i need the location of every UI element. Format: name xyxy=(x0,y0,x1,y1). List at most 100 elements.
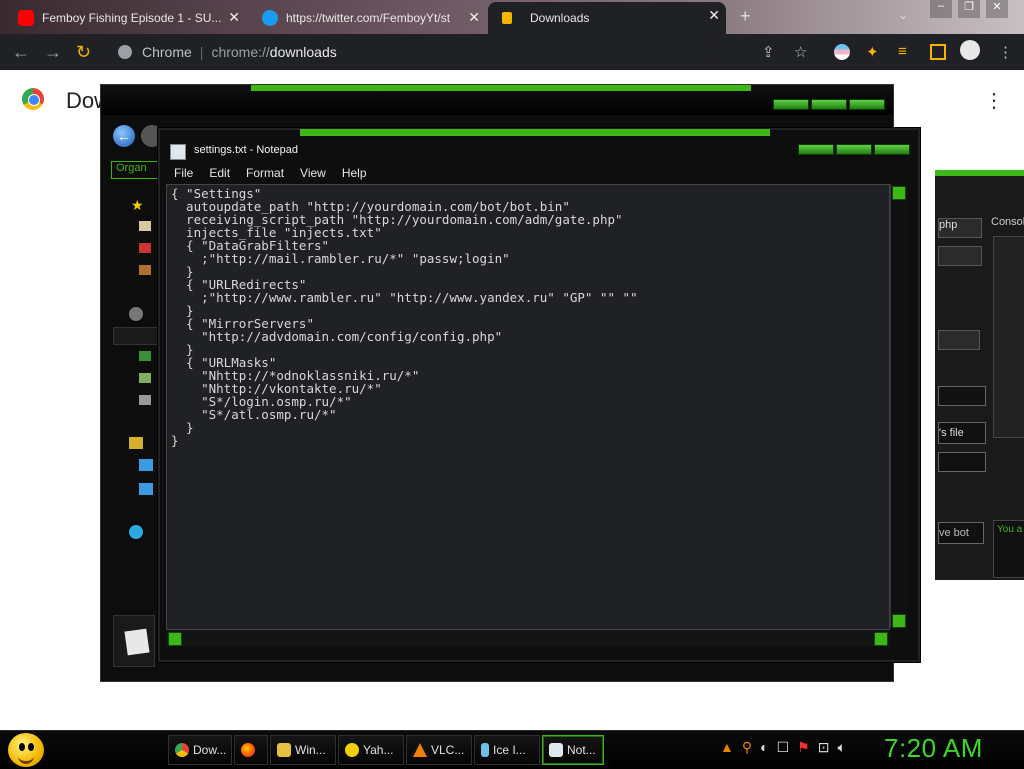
tab-twitter[interactable]: https://twitter.com/FemboyYt/st ✕ xyxy=(254,4,486,32)
chrome-icon xyxy=(175,743,189,757)
minimize-button[interactable]: – xyxy=(930,0,952,18)
menu-bar: File Edit Format View Help xyxy=(166,166,375,184)
address-bar[interactable]: Chrome | chrome://downloads xyxy=(108,39,718,65)
menu-format[interactable]: Format xyxy=(246,166,284,184)
console-output xyxy=(993,236,1024,438)
text-field[interactable] xyxy=(938,246,982,266)
notepad-titlebar[interactable]: settings.txt - Notepad xyxy=(160,136,918,166)
forward-icon[interactable]: → xyxy=(44,42,62,63)
status-text: You a xyxy=(993,520,1024,578)
notepad-icon xyxy=(549,743,563,757)
scroll-down-button[interactable] xyxy=(892,614,906,628)
taskbar-chrome[interactable]: Dow... xyxy=(168,735,232,765)
taskbar-label: Not... xyxy=(567,743,596,757)
chrome-logo-icon xyxy=(22,88,44,110)
extensions-icon[interactable]: ✦ xyxy=(866,43,879,61)
file-content: { "Settings" autoupdate_path "http://you… xyxy=(171,186,638,448)
scroll-left-button[interactable] xyxy=(168,632,182,646)
maximize-button[interactable] xyxy=(836,144,872,155)
taskbar-vlc[interactable]: VLC... xyxy=(406,735,472,765)
scroll-up-button[interactable] xyxy=(892,186,906,200)
desktop-icon xyxy=(139,221,151,231)
action-button[interactable] xyxy=(938,452,986,472)
search-tray-icon[interactable]: ⚲ xyxy=(742,739,752,756)
taskbar-ice[interactable]: Ice I... xyxy=(474,735,540,765)
library-item-icon xyxy=(139,373,151,383)
close-button[interactable] xyxy=(874,144,910,155)
media-control-icon[interactable]: ≡ xyxy=(898,43,907,60)
close-tab-icon[interactable]: ✕ xyxy=(468,9,480,26)
taskbar-yahoo[interactable]: Yah... xyxy=(338,735,404,765)
libraries-icon xyxy=(129,307,143,321)
url-text: chrome://downloads xyxy=(211,44,337,60)
close-button[interactable] xyxy=(849,99,885,110)
window-title: settings.txt - Notepad xyxy=(194,144,298,156)
text-editor[interactable]: { "Settings" autoupdate_path "http://you… xyxy=(166,184,890,630)
chat-tray-icon[interactable]: ◐ xyxy=(760,739,768,756)
network-icon xyxy=(129,525,143,539)
downloads-folder-icon xyxy=(139,243,151,253)
trans-flag-extension-icon[interactable] xyxy=(834,44,850,60)
close-window-button[interactable]: ✕ xyxy=(986,0,1008,18)
horizontal-scrollbar[interactable] xyxy=(166,630,890,646)
tab-title: https://twitter.com/FemboyYt/st xyxy=(286,11,451,25)
notifications-icon[interactable]: ☐ xyxy=(777,739,790,756)
profile-avatar[interactable] xyxy=(960,40,980,60)
menu-edit[interactable]: Edit xyxy=(209,166,230,184)
scroll-right-button[interactable] xyxy=(874,632,888,646)
tab-search-icon[interactable]: ⌄ xyxy=(898,8,908,22)
browser-menu-icon[interactable]: ⋮ xyxy=(998,43,1013,61)
background-app-panel: php Consol 's file ve bot You a xyxy=(935,170,1024,580)
vlc-tray-icon[interactable]: ▲ xyxy=(720,739,734,756)
close-tab-icon[interactable]: ✕ xyxy=(708,7,720,24)
text-field[interactable] xyxy=(938,330,980,350)
bookmark-star-icon[interactable]: ☆ xyxy=(794,43,807,61)
vertical-scrollbar[interactable] xyxy=(890,184,907,628)
tab-downloads[interactable]: Downloads ✕ xyxy=(488,2,726,34)
browser-toolbar: ← → ↻ Chrome | chrome://downloads ⇪ ☆ ✦ … xyxy=(0,34,1024,70)
taskbar-label: Yah... xyxy=(363,743,394,757)
menu-help[interactable]: Help xyxy=(342,166,367,184)
reload-icon[interactable]: ↻ xyxy=(76,42,91,63)
site-chip: Chrome xyxy=(142,44,192,60)
restore-button[interactable]: ❐ xyxy=(958,0,980,18)
minimize-button[interactable] xyxy=(773,99,809,110)
details-pane xyxy=(113,615,155,667)
volume-icon[interactable]: 🔈︎ xyxy=(837,739,845,756)
new-tab-button[interactable]: + xyxy=(740,6,751,27)
php-input[interactable]: php xyxy=(938,218,982,238)
share-icon[interactable]: ⇪ xyxy=(762,43,775,61)
back-icon[interactable]: ← xyxy=(113,125,135,147)
browser-tab-strip: Femboy Fishing Episode 1 - SU... ✕ https… xyxy=(0,0,1024,34)
back-icon[interactable]: ← xyxy=(12,42,30,63)
separator: | xyxy=(199,44,204,60)
window-controls: – ❐ ✕ xyxy=(930,0,1008,18)
taskbar-explorer[interactable]: Win... xyxy=(270,735,336,765)
chrome-logo-icon xyxy=(118,45,132,59)
close-tab-icon[interactable]: ✕ xyxy=(228,9,240,26)
save-bot-button[interactable]: ve bot xyxy=(938,522,984,544)
tab-youtube[interactable]: Femboy Fishing Episode 1 - SU... ✕ xyxy=(10,4,246,32)
action-center-flag-icon[interactable]: ⚑ xyxy=(797,739,810,756)
minimize-button[interactable] xyxy=(798,144,834,155)
side-panel-icon[interactable] xyxy=(930,44,946,60)
maximize-button[interactable] xyxy=(811,99,847,110)
notepad-icon xyxy=(170,144,186,160)
start-button[interactable] xyxy=(8,733,44,767)
organize-button[interactable]: Organ xyxy=(111,161,165,179)
explorer-window-controls xyxy=(773,99,885,110)
recent-places-icon xyxy=(139,265,151,275)
computer-icon xyxy=(139,459,153,471)
clock[interactable]: 7:20 AM xyxy=(884,733,983,764)
taskbar-notepad[interactable]: Not... xyxy=(542,735,604,765)
start-orb-eye xyxy=(19,743,25,751)
menu-view[interactable]: View xyxy=(300,166,326,184)
taskbar-firefox[interactable] xyxy=(234,735,268,765)
menu-file[interactable]: File xyxy=(174,166,193,184)
folder-icon xyxy=(277,743,291,757)
downloads-menu-icon[interactable]: ⋮ xyxy=(984,88,1004,113)
resize-grip[interactable] xyxy=(892,630,906,646)
action-button[interactable] xyxy=(938,386,986,406)
browse-file-button[interactable]: 's file xyxy=(938,422,986,444)
network-icon[interactable]: ⊡ xyxy=(818,739,830,756)
